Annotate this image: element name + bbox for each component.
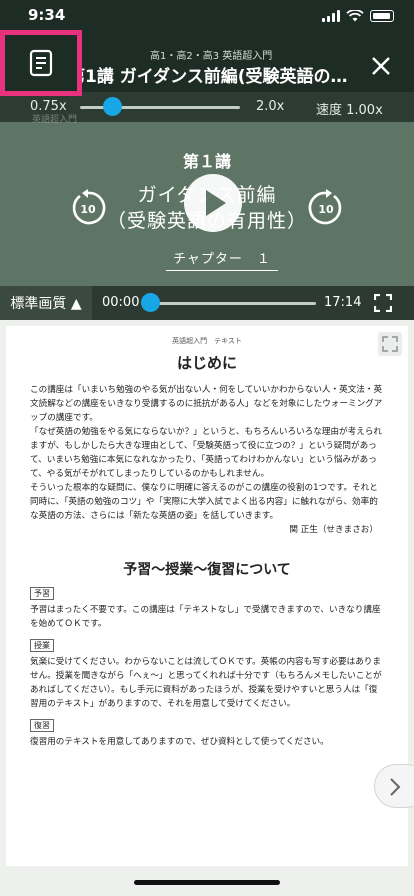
signal-icon [322, 10, 340, 22]
next-page-button[interactable] [374, 764, 414, 808]
intro-paragraph: そういった根本的な疑問に、僕なりに明確に答えるのがこの講座の役割の1つです。それ… [30, 483, 378, 521]
speed-slider-knob[interactable] [103, 97, 122, 116]
video-player[interactable]: 0.75x 2.0x 速度 1.00x 英語超入門 第１講 ガイダンス前編 （受… [0, 92, 414, 320]
status-bar: 9:34 [0, 0, 414, 32]
battery-icon [370, 10, 394, 22]
author-name: 関 正生（せきまさお） [289, 525, 378, 535]
section-tag: 復習 [30, 719, 54, 732]
expand-icon [382, 336, 398, 352]
forward-label: 10 [318, 203, 334, 216]
status-time: 9:34 [28, 6, 66, 24]
section-jugyo: 授業 気楽に受けてください。わからないことは流してＯＫです。英帳の内容も写す必要… [6, 631, 408, 711]
seek-bar-knob[interactable] [141, 293, 160, 312]
intro-paragraph: 「なぜ英語の勉強をやる気にならないか？」というと、もちろんいろいろな理由が考えら… [30, 427, 383, 479]
header: 9:34 高1・高2・高3 英語超入門 第1講 ガイダンス前編(受験英語の有… [0, 0, 414, 96]
forward-10-button[interactable]: 10 [306, 188, 346, 228]
section-text: 復習用のテキストを用意してありますので、ぜひ資料として使ってください。 [30, 737, 329, 747]
rewind-10-button[interactable]: 10 [68, 188, 108, 228]
video-watermark: 英語超入門 [32, 115, 78, 125]
course-subtitle: 高1・高2・高3 英語超入門 [150, 51, 273, 62]
chevron-right-icon [390, 778, 401, 796]
lecture-title: 第1講 ガイダンス前編(受験英語の有… [68, 67, 358, 87]
document-header: 英語超入門 テキスト [172, 337, 242, 345]
total-time: 17:14 [324, 295, 362, 310]
video-lecture-number: 第１講 [182, 152, 231, 171]
section-heading: 予習～授業～復習について [123, 562, 291, 578]
app-screen: 9:34 高1・高2・高3 英語超入門 第1講 ガイダンス前編(受験英語の有… … [0, 0, 414, 896]
chapter-label[interactable]: チャプター １ [166, 248, 278, 271]
play-button[interactable] [184, 174, 242, 232]
document-intro: この講座は「いまいち勉強のやる気が出ない人・何をしていいかわからない人・英文法・… [6, 373, 408, 537]
intro-paragraph: この講座は「いまいち勉強のやる気が出ない人・何をしていいかわからない人・英文法・… [30, 385, 383, 423]
section-tag: 予習 [30, 587, 54, 600]
play-icon [206, 190, 226, 216]
document-title: はじめに [176, 354, 237, 372]
close-icon[interactable] [370, 55, 392, 77]
status-icons [322, 10, 394, 22]
fullscreen-icon[interactable] [374, 294, 392, 312]
text-document[interactable]: 英語超入門 テキスト はじめに この講座は「いまいち勉強のやる気が出ない人・何を… [6, 326, 408, 866]
seek-bar-track[interactable] [150, 302, 316, 305]
wifi-icon [346, 10, 364, 22]
section-text: 気楽に受けてください。わからないことは流してＯＫです。英帳の内容も写す必要はあり… [30, 657, 382, 709]
section-yoshu: 予習 予習はまったく不要です。この講座は「テキストなし」で受講できますので、いき… [6, 579, 408, 631]
section-fukushu: 復習 復習用のテキストを用意してありますので、ぜひ資料として使ってください。 [6, 711, 408, 749]
speed-max-label: 2.0x [256, 99, 285, 114]
speed-current-label: 速度 1.00x [316, 103, 383, 118]
section-text: 予習はまったく不要です。この講座は「テキストなし」で受講できますので、いきなり講… [30, 605, 381, 629]
quality-button[interactable]: 標準画質 ▲ [0, 286, 92, 320]
forward-icon: 10 [308, 189, 342, 225]
home-indicator[interactable] [134, 880, 280, 885]
text-toggle-button[interactable] [0, 30, 82, 96]
playback-controls: 標準画質 ▲ 00:00 17:14 [0, 286, 414, 320]
rewind-icon: 10 [72, 189, 106, 225]
current-time: 00:00 [102, 295, 140, 310]
expand-document-button[interactable] [378, 332, 402, 356]
document-icon [29, 49, 53, 77]
rewind-label: 10 [80, 203, 96, 216]
section-tag: 授業 [30, 639, 54, 652]
